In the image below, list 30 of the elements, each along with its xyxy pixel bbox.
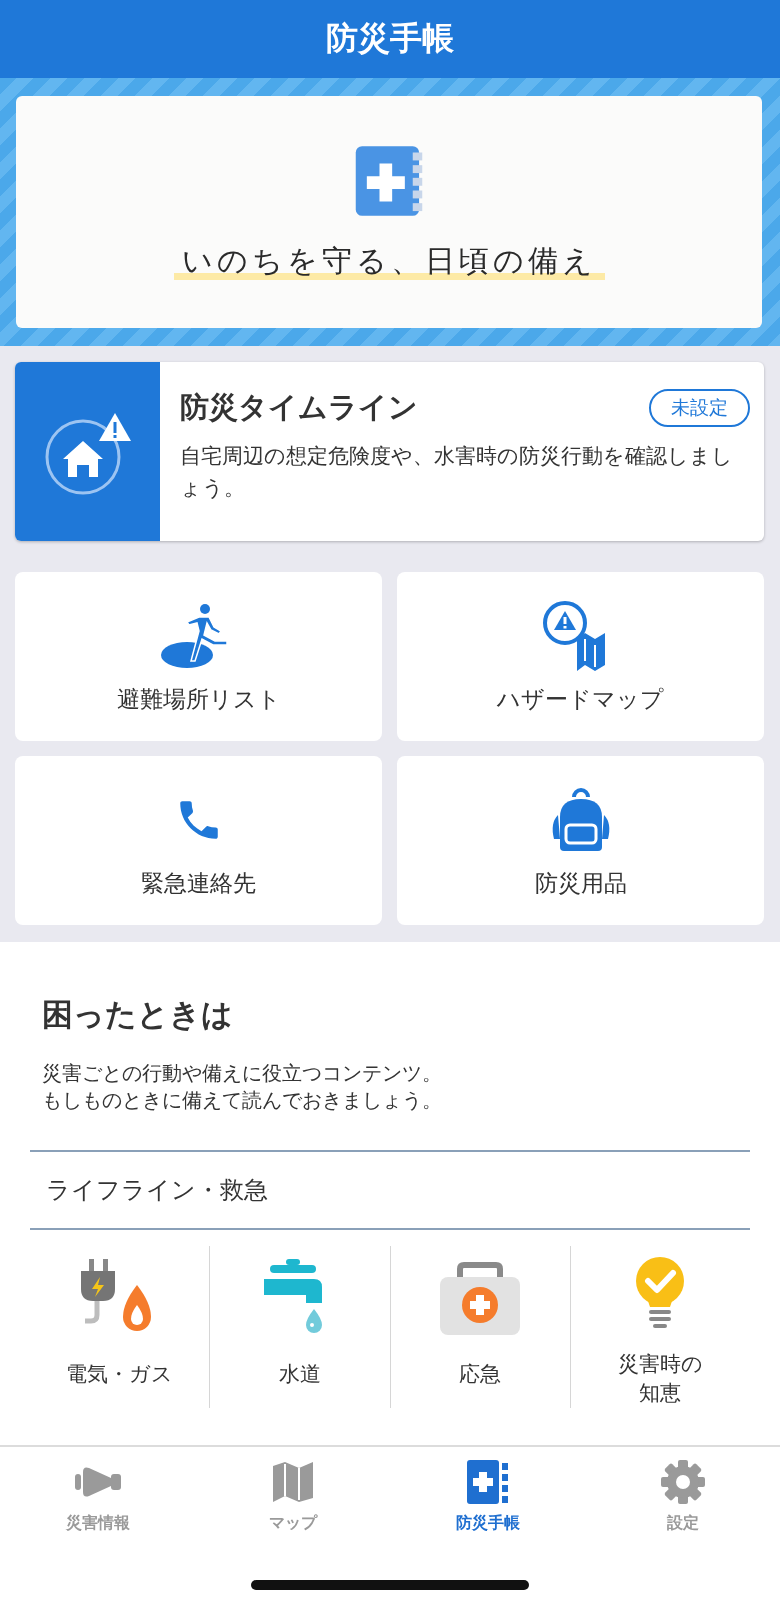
menu-label: 防災用品 bbox=[534, 869, 627, 898]
status-button[interactable]: 未設定 bbox=[649, 389, 750, 427]
screen-title: 防災手帳 bbox=[326, 18, 454, 59]
menu-tile[interactable]: ハザードマップ bbox=[397, 572, 764, 741]
settings-icon bbox=[659, 1459, 706, 1505]
topic-label: 電気・ガス bbox=[66, 1361, 174, 1388]
topic-label: 応急 bbox=[459, 1361, 502, 1388]
timeline-title: 防災タイムライン bbox=[180, 389, 418, 426]
menu-label: 緊急連絡先 bbox=[141, 869, 256, 898]
menu-tile[interactable]: 避難場所リスト bbox=[15, 572, 382, 741]
topic-item[interactable]: 電気・ガス bbox=[30, 1246, 211, 1408]
category-heading: ライフライン・救急 bbox=[46, 1175, 268, 1206]
menu-tile[interactable]: 防災用品 bbox=[397, 756, 764, 925]
section-description: もしものときに備えて読んでおきましょう。 bbox=[42, 1087, 443, 1114]
topic-label: 災害時の知恵 bbox=[616, 1351, 704, 1407]
timeline-card[interactable]: 防災タイムライン 未設定 自宅周辺の想定危険度や、水害時の防災行動を確認しましょう。 bbox=[15, 362, 764, 541]
notebook-plus-icon bbox=[464, 1458, 511, 1506]
first-aid-kit-icon bbox=[438, 1261, 523, 1337]
section-heading: 困ったときは bbox=[42, 995, 234, 1034]
section-description: 災害ごとの行動や備えに役立つコンテンツ。 bbox=[42, 1060, 443, 1087]
timeline-description: 自宅周辺の想定危険度や、水害時の防災行動を確認しましょう。 bbox=[180, 443, 734, 502]
menu-label: ハザードマップ bbox=[497, 685, 664, 714]
topic-label: 水道 bbox=[278, 1361, 321, 1388]
topic-item[interactable]: 水道 bbox=[210, 1246, 391, 1408]
topic-item[interactable]: 災害時の知恵 bbox=[570, 1246, 750, 1408]
map-icon bbox=[270, 1460, 315, 1504]
topic-item[interactable]: 応急 bbox=[390, 1246, 571, 1408]
nav-tab[interactable]: 防災手帳 bbox=[390, 1457, 585, 1534]
menu-tile[interactable]: 緊急連絡先 bbox=[15, 756, 382, 925]
menu-label: 避難場所リスト bbox=[116, 685, 281, 714]
